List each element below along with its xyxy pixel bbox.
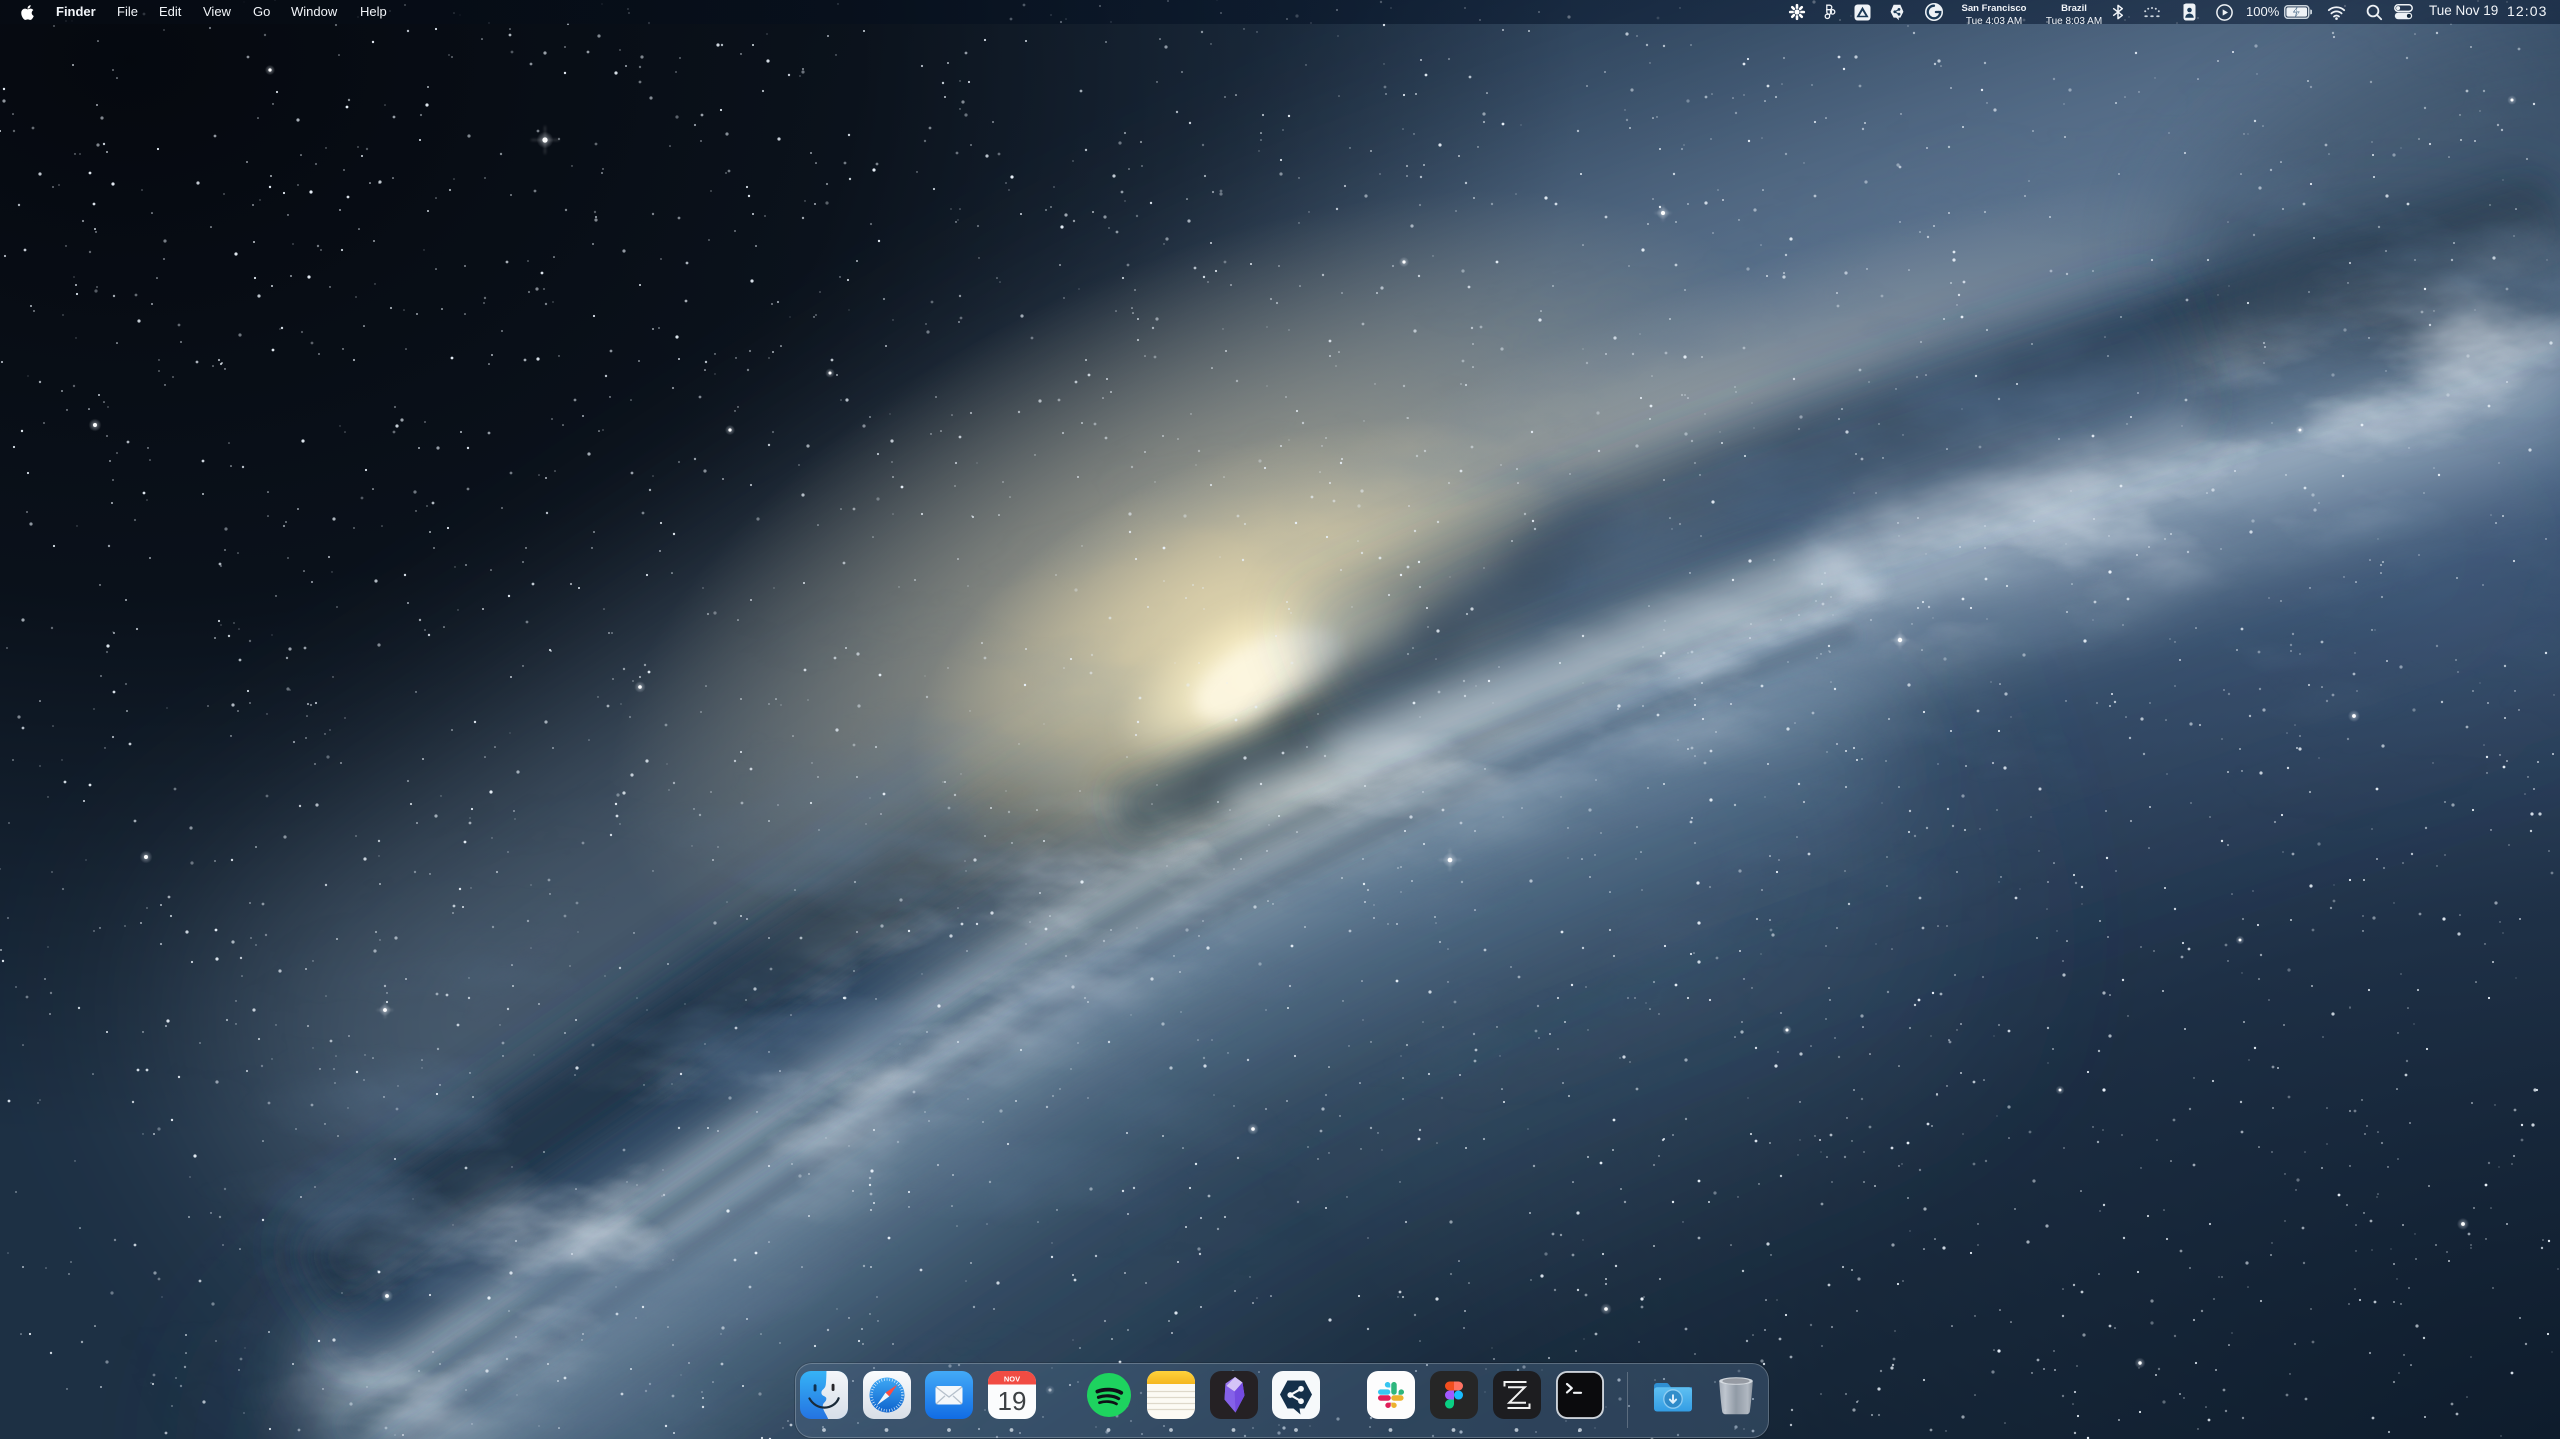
- svg-text:NOV: NOV: [1003, 1375, 1019, 1384]
- svg-text:19: 19: [997, 1386, 1026, 1416]
